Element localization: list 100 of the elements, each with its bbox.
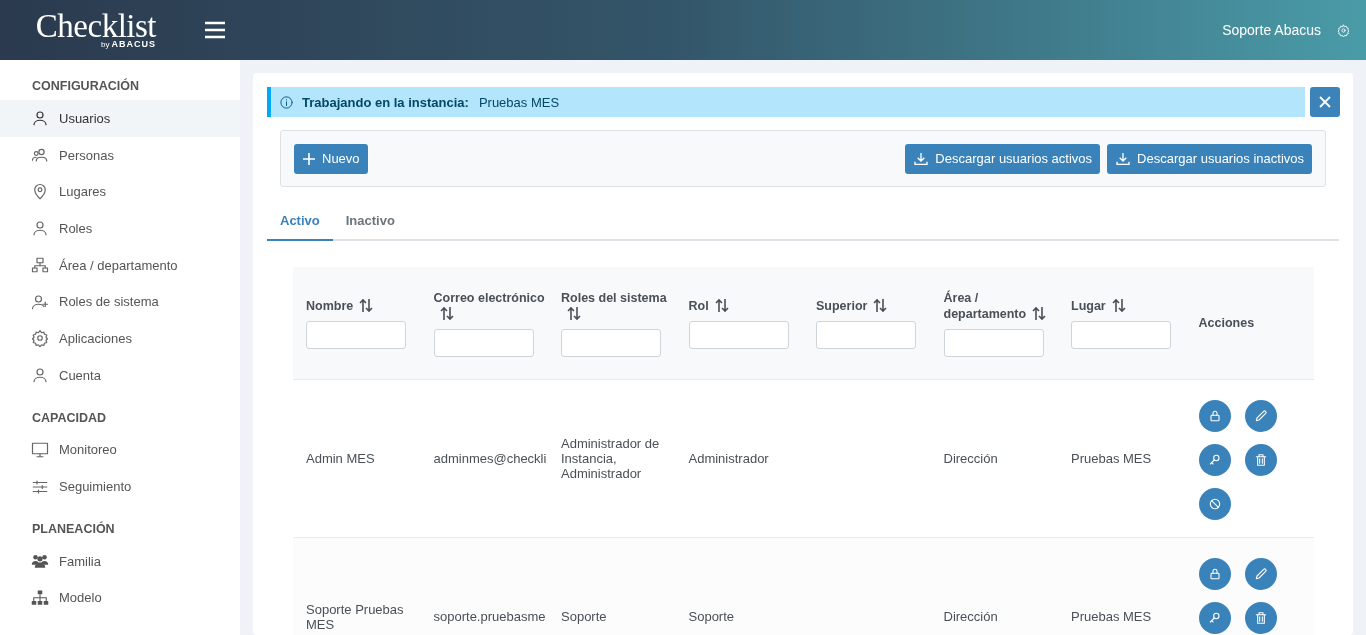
password-button[interactable] bbox=[1198, 444, 1231, 476]
sidebar-item[interactable]: Familia bbox=[0, 542, 240, 580]
sidebar-item[interactable]: Roles de sistema bbox=[0, 283, 240, 321]
sidebar-item-label: Roles bbox=[59, 220, 93, 236]
sidebar-item-label: Monitoreo bbox=[59, 442, 117, 458]
menu-button[interactable] bbox=[204, 21, 226, 39]
sidebar-item[interactable]: Monitoreo bbox=[0, 431, 240, 469]
table-cell-text: adminmes@checkli bbox=[433, 451, 548, 466]
settings-icon bbox=[1337, 23, 1350, 37]
sidebar-item-label: Lugares bbox=[59, 184, 106, 200]
sidebar-item-label: Área / departamento bbox=[59, 257, 178, 273]
filter-field[interactable] bbox=[943, 328, 1044, 357]
download-icon bbox=[913, 150, 930, 167]
download-button[interactable]: Descargar usuarios activos bbox=[905, 143, 1101, 174]
column-header[interactable]: Superior bbox=[816, 297, 930, 314]
sidebar-item-label: Roles de sistema bbox=[59, 294, 159, 310]
column-header[interactable]: Correo electrónico bbox=[433, 289, 547, 322]
column-header[interactable]: Lugar bbox=[1071, 297, 1185, 314]
sidebar-item-label: Modelo bbox=[59, 590, 102, 606]
password-button[interactable] bbox=[1198, 602, 1231, 634]
settings-icon bbox=[31, 329, 49, 348]
sidebar-item-label: Personas bbox=[59, 147, 114, 163]
sidebar-section-title: CONFIGURACIÓN bbox=[31, 77, 140, 95]
sidebar-item-label: Seguimiento bbox=[59, 479, 132, 495]
sidebar-item[interactable]: Modelo bbox=[0, 579, 240, 617]
table-cell-text: Dirección bbox=[943, 609, 999, 624]
download-button[interactable]: Descargar usuarios inactivos bbox=[1107, 143, 1312, 174]
table-cell-text: Admin MES bbox=[306, 451, 376, 466]
table-cell-text: Administrador de Instancia, Administrador bbox=[561, 436, 661, 481]
filter-field[interactable] bbox=[816, 320, 916, 349]
sidebar-item[interactable]: Aplicaciones bbox=[0, 320, 240, 357]
user-icon bbox=[31, 366, 49, 385]
sort-icon[interactable] bbox=[439, 305, 454, 321]
user-icon bbox=[31, 219, 49, 238]
filter-field[interactable] bbox=[433, 328, 534, 357]
delete-button[interactable] bbox=[1244, 444, 1277, 476]
sort-icon[interactable] bbox=[359, 297, 374, 313]
close-icon bbox=[1318, 95, 1332, 109]
table-cell-text: Soporte bbox=[688, 609, 736, 624]
location-pin-icon bbox=[31, 182, 49, 201]
download-icon bbox=[1115, 150, 1132, 167]
user-icon bbox=[31, 109, 49, 128]
sidebar-item[interactable]: Seguimiento bbox=[0, 468, 240, 505]
table-cell-text: Pruebas MES bbox=[1071, 451, 1153, 466]
info-icon bbox=[279, 94, 294, 110]
tab[interactable]: Activo bbox=[267, 207, 333, 241]
column-header: Acciones bbox=[1198, 315, 1256, 331]
sidebar-item[interactable]: Usuarios bbox=[0, 100, 240, 137]
table-cell-text: Pruebas MES bbox=[1071, 609, 1153, 624]
column-header[interactable]: Rol bbox=[688, 297, 802, 314]
filter-field[interactable] bbox=[561, 328, 661, 357]
sidebar-item[interactable]: Área / departamento bbox=[0, 246, 240, 284]
table-cell-text: soporte.pruebasme bbox=[433, 609, 547, 624]
new-button[interactable]: Nuevo bbox=[294, 143, 368, 174]
sort-icon[interactable] bbox=[873, 297, 888, 313]
disable-button[interactable] bbox=[1198, 488, 1231, 520]
sort-icon[interactable] bbox=[1111, 297, 1126, 313]
column-header[interactable]: Área / departamento bbox=[943, 289, 1057, 322]
edit-button[interactable] bbox=[1244, 400, 1277, 432]
delete-button[interactable] bbox=[1244, 602, 1277, 634]
sitemap-icon bbox=[31, 588, 49, 607]
sidebar-item[interactable]: Lugares bbox=[0, 173, 240, 211]
logo-brand: ABACUS bbox=[111, 39, 156, 49]
notice-label: Trabajando en la instancia: bbox=[302, 94, 469, 110]
sidebar-item[interactable]: Roles bbox=[0, 210, 240, 247]
logo-byline: by bbox=[101, 40, 110, 49]
filter-field[interactable] bbox=[306, 320, 406, 349]
table-cell-text: Soporte Pruebas MES bbox=[306, 601, 405, 632]
sort-icon[interactable] bbox=[714, 297, 729, 313]
table-cell-text: Dirección bbox=[943, 451, 999, 466]
sidebar-item[interactable]: Cuenta bbox=[0, 356, 240, 394]
logo-title: Checklist bbox=[35, 11, 156, 41]
close-button[interactable] bbox=[1310, 87, 1340, 117]
menu-icon bbox=[204, 21, 226, 39]
user-plus-icon bbox=[31, 292, 49, 311]
column-header[interactable]: Roles del sistema bbox=[561, 289, 675, 322]
sidebar-item-label: Cuenta bbox=[59, 367, 101, 383]
lock-button[interactable] bbox=[1198, 558, 1231, 590]
sort-icon[interactable] bbox=[1032, 305, 1047, 321]
sort-icon[interactable] bbox=[567, 305, 581, 321]
notice-value: Pruebas MES bbox=[478, 94, 560, 110]
people-group-icon bbox=[31, 552, 49, 571]
plus-icon bbox=[302, 151, 316, 166]
filter-field[interactable] bbox=[1071, 320, 1171, 349]
column-header[interactable]: Nombre bbox=[306, 297, 420, 314]
table-cell-text: Soporte bbox=[561, 609, 608, 624]
sidebar-section-title: PLANEACIÓN bbox=[31, 520, 116, 538]
users-icon bbox=[31, 146, 49, 165]
sidebar-item-label: Usuarios bbox=[59, 110, 111, 126]
sidebar-item-label: Aplicaciones bbox=[59, 330, 132, 346]
table-cell-text: Administrador bbox=[688, 451, 770, 466]
sidebar-item-label: Familia bbox=[59, 553, 101, 569]
edit-button[interactable] bbox=[1244, 558, 1277, 590]
sidebar-item[interactable]: Personas bbox=[0, 136, 240, 174]
monitor-icon bbox=[31, 440, 49, 459]
tab[interactable]: Inactivo bbox=[332, 207, 408, 241]
lock-button[interactable] bbox=[1198, 400, 1231, 432]
sidebar-section-title: CAPACIDAD bbox=[31, 409, 108, 427]
user-name[interactable]: Soporte Abacus bbox=[1222, 22, 1321, 38]
filter-field[interactable] bbox=[688, 320, 789, 349]
